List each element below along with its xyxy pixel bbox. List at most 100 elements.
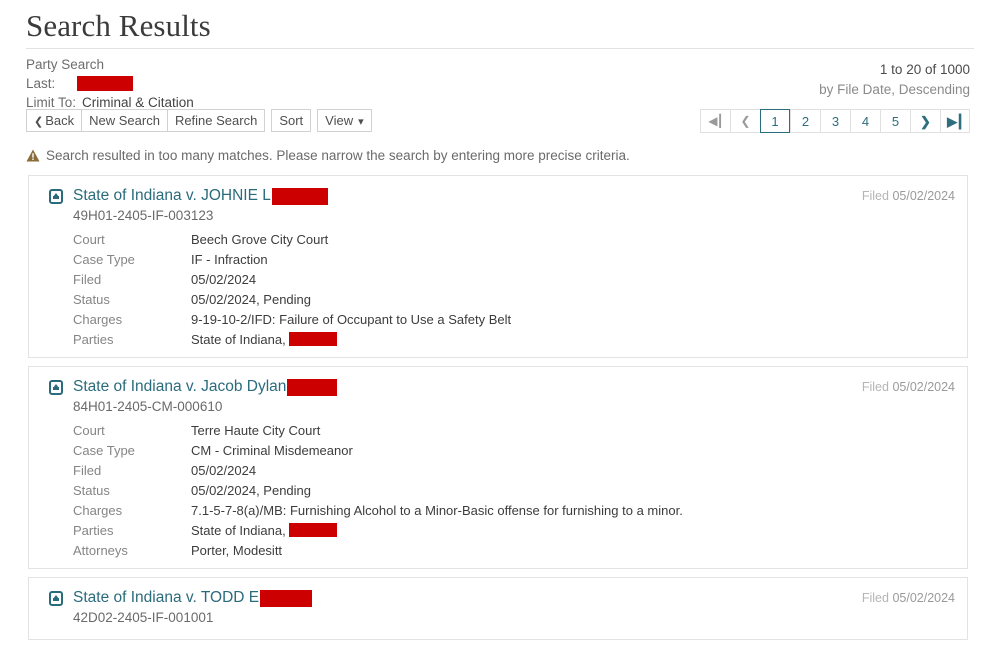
page-button-5[interactable]: 5 (880, 109, 910, 133)
case-detail-row: Filed 05/02/2024 (73, 269, 955, 289)
case-detail-row: Court Beech Grove City Court (73, 229, 955, 249)
case-detail-label: Parties (73, 522, 114, 538)
case-detail-row: Case Type CM - Criminal Misdemeanor (73, 440, 955, 460)
previous-page-button[interactable]: ❮ (730, 109, 760, 133)
case-detail-value-text: Terre Haute City Court (191, 422, 321, 438)
last-name-redaction (77, 76, 134, 91)
filed-date-value: 05/02/2024 (892, 380, 955, 394)
filed-date-tag: Filed 05/02/2024 (862, 380, 955, 394)
filed-date-value: 05/02/2024 (892, 189, 955, 203)
case-title-text: State of Indiana v. TODD E (73, 589, 260, 606)
page-button-4[interactable]: 4 (850, 109, 880, 133)
case-detail-row: Attorneys Porter, Modesitt (73, 540, 955, 560)
search-result-card: State of Indiana v. Jacob Dylan Filed 05/… (28, 366, 968, 569)
case-detail-value-text: 05/02/2024 (191, 462, 257, 478)
results-toolbar: ❮ Back New Search Refine Search Sort View… (26, 109, 372, 132)
case-detail-value: 05/02/2024 (191, 272, 256, 287)
case-detail-label: Charges (73, 502, 123, 518)
case-detail-row: Case Type IF - Infraction (73, 249, 955, 269)
search-result-card: State of Indiana v. TODD E Filed 05/02/20… (28, 577, 968, 640)
case-detail-value-text: State of Indiana, (191, 522, 286, 538)
case-detail-row: Charges 7.1-5-7-8(a)/MB: Furnishing Alcoh… (73, 500, 955, 520)
chevron-down-icon: ▾ (358, 116, 364, 128)
case-detail-row: Parties State of Indiana, (73, 520, 955, 540)
case-title-link[interactable]: State of Indiana v. JOHNIE L (73, 186, 328, 206)
party-name-redaction (287, 378, 338, 396)
last-name-label: Last: (26, 76, 56, 91)
next-page-button[interactable]: ❯ (910, 109, 940, 133)
search-results-list: State of Indiana v. JOHNIE L Filed 05/02/… (28, 175, 968, 648)
case-detail-value: Beech Grove City Court (191, 232, 328, 247)
page-button-1[interactable]: 1 (760, 109, 790, 133)
case-detail-value-text: State of Indiana, (191, 331, 286, 347)
case-detail-label: Status (73, 482, 110, 498)
case-detail-value: 05/02/2024, Pending (191, 483, 311, 498)
case-detail-rows: Court Beech Grove City Court Case Type IF -… (73, 229, 955, 349)
results-sort-order: by File Date, Descending (819, 82, 970, 97)
case-detail-value: 05/02/2024, Pending (191, 292, 311, 307)
last-page-button[interactable]: ▶┃ (940, 109, 970, 133)
results-summary: 1 to 20 of 1000 by File Date, Descending (819, 60, 970, 100)
case-detail-value: IF - Infraction (191, 252, 268, 267)
case-detail-value: 7.1-5-7-8(a)/MB: Furnishing Alcohol to a… (191, 503, 683, 518)
case-detail-label: Status (73, 291, 110, 307)
card-header: State of Indiana v. JOHNIE L (41, 186, 955, 206)
chevron-right-icon: ❯ (920, 113, 931, 129)
filed-label: Filed (861, 380, 889, 394)
search-type-label: Party Search (26, 57, 105, 72)
new-search-button[interactable]: New Search (81, 109, 167, 132)
party-name-redaction (288, 523, 337, 537)
case-document-icon[interactable] (49, 189, 63, 204)
case-detail-value: 9-19-10-2/IFD: Failure of Occupant to Us… (191, 312, 511, 327)
case-detail-value: Porter, Modesitt (191, 543, 282, 558)
case-detail-label: Charges (73, 311, 123, 327)
case-detail-label: Filed (73, 462, 102, 478)
filed-date-tag: Filed 05/02/2024 (862, 591, 955, 605)
warning-text: Search resulted in too many matches. Ple… (46, 148, 630, 163)
case-title-text: State of Indiana v. JOHNIE L (73, 187, 271, 204)
case-number: 84H01-2405-CM-000610 (73, 399, 223, 414)
case-detail-value-text: 7.1-5-7-8(a)/MB: Furnishing Alcohol to a… (191, 502, 683, 518)
case-detail-row: Status 05/02/2024, Pending (73, 289, 955, 309)
page-button-3[interactable]: 3 (820, 109, 850, 133)
case-detail-value-text: CM - Criminal Misdemeanor (191, 442, 353, 458)
sort-button[interactable]: Sort (271, 109, 312, 132)
case-detail-row: Charges 9-19-10-2/IFD: Failure of Occupan… (73, 309, 955, 329)
case-detail-label: Court (73, 422, 105, 438)
case-detail-row: Status 05/02/2024, Pending (73, 480, 955, 500)
refine-search-button[interactable]: Refine Search (166, 109, 266, 132)
chevron-left-icon: ❮ (740, 114, 751, 128)
case-detail-rows: Court Terre Haute City Court Case Type CM -… (73, 420, 955, 560)
view-button-label: View (325, 113, 354, 128)
too-many-matches-warning: Search resulted in too many matches. Ple… (26, 148, 630, 163)
filed-date-value: 05/02/2024 (892, 591, 955, 605)
case-detail-label: Court (73, 231, 105, 247)
case-detail-value: State of Indiana, (191, 332, 337, 347)
case-title-link[interactable]: State of Indiana v. TODD E (73, 588, 313, 608)
case-document-icon[interactable] (49, 380, 63, 395)
search-result-card: State of Indiana v. JOHNIE L Filed 05/02/… (28, 175, 968, 358)
first-page-button[interactable]: ◀┃ (700, 109, 730, 133)
case-detail-value-text: 05/02/2024, Pending (191, 482, 311, 498)
page-button-2[interactable]: 2 (790, 109, 820, 133)
page-title: Search Results (26, 8, 211, 43)
search-results-page: Search Results Party Search Last: Limit … (0, 0, 1000, 640)
case-title-link[interactable]: State of Indiana v. Jacob Dylan (73, 377, 338, 397)
chevron-left-icon: ❮ (34, 116, 44, 128)
case-detail-value: CM - Criminal Misdemeanor (191, 443, 353, 458)
case-detail-value-text: 05/02/2024 (191, 271, 257, 287)
view-button[interactable]: View ▾ (317, 109, 372, 132)
case-detail-label: Case Type (73, 251, 135, 267)
pagination: ◀┃ ❮ 1 2 3 4 5 ❯ ▶┃ (700, 109, 970, 133)
case-detail-row: Parties State of Indiana, (73, 329, 955, 349)
case-detail-value: Terre Haute City Court (191, 423, 320, 438)
card-header: State of Indiana v. TODD E (41, 588, 955, 608)
filed-date-tag: Filed 05/02/2024 (862, 189, 955, 203)
case-detail-label: Case Type (73, 442, 135, 458)
case-number: 49H01-2405-IF-003123 (73, 208, 214, 223)
case-detail-value-text: Porter, Modesitt (191, 542, 283, 558)
case-document-icon[interactable] (49, 591, 63, 606)
back-button[interactable]: ❮ Back (26, 109, 82, 132)
party-name-redaction (271, 187, 328, 205)
filed-label: Filed (861, 591, 889, 605)
